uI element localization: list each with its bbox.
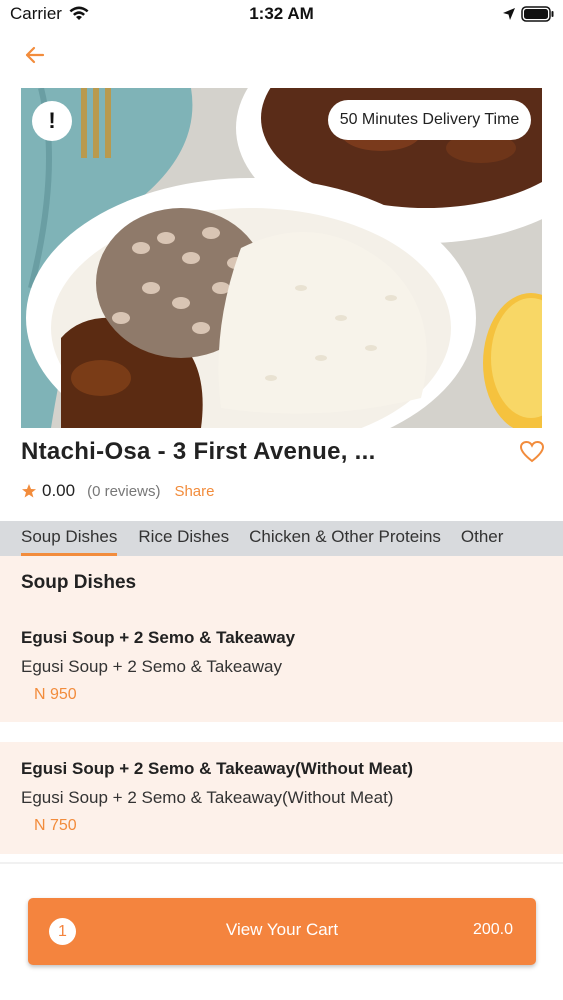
review-count[interactable]: (0 reviews) [87,483,160,500]
section-title: Soup Dishes [21,572,137,593]
share-link[interactable]: Share [174,483,214,500]
rating-row: 0.00 (0 reviews) Share [21,480,214,502]
menu-item-title: Egusi Soup + 2 Semo & Takeaway(Without M… [21,759,414,778]
menu-item-description: Egusi Soup + 2 Semo & Takeaway(Without M… [21,788,394,807]
location-icon [503,8,515,20]
cart-total: 200.0 [472,921,513,938]
tab-soup-dishes[interactable]: Soup Dishes [0,521,118,556]
star-icon [22,484,36,498]
tab-other[interactable]: Other [451,521,514,556]
restaurant-name: Ntachi-Osa - 3 First Avenue, ... [21,438,376,465]
rating-score: 0.00 [42,481,76,500]
menu-item-description: Egusi Soup + 2 Semo & Takeaway [21,657,282,676]
heart-icon[interactable] [519,440,545,464]
cart-button-label: View Your Cart [225,920,339,939]
clock: 1:32 AM [249,4,314,23]
view-cart-button[interactable]: 1 View Your Cart 200.0 [28,898,536,965]
category-tabs: Soup Dishes Rice Dishes Chicken & Other … [0,521,563,556]
tab-chicken-other-proteins[interactable]: Chicken & Other Proteins [239,521,451,556]
delivery-time-badge: 50 Minutes Delivery Time [328,100,531,140]
tab-rice-dishes[interactable]: Rice Dishes [128,521,239,556]
divider [0,862,563,864]
menu-item-price: N 750 [34,817,77,834]
back-arrow-icon[interactable] [20,40,50,70]
menu-item-title: Egusi Soup + 2 Semo & Takeaway [21,628,296,647]
status-bar: Carrier 1:32 AM [0,0,563,30]
battery-icon [521,6,554,22]
menu-item-price: N 950 [34,686,77,703]
alert-icon[interactable]: ! [32,101,72,141]
